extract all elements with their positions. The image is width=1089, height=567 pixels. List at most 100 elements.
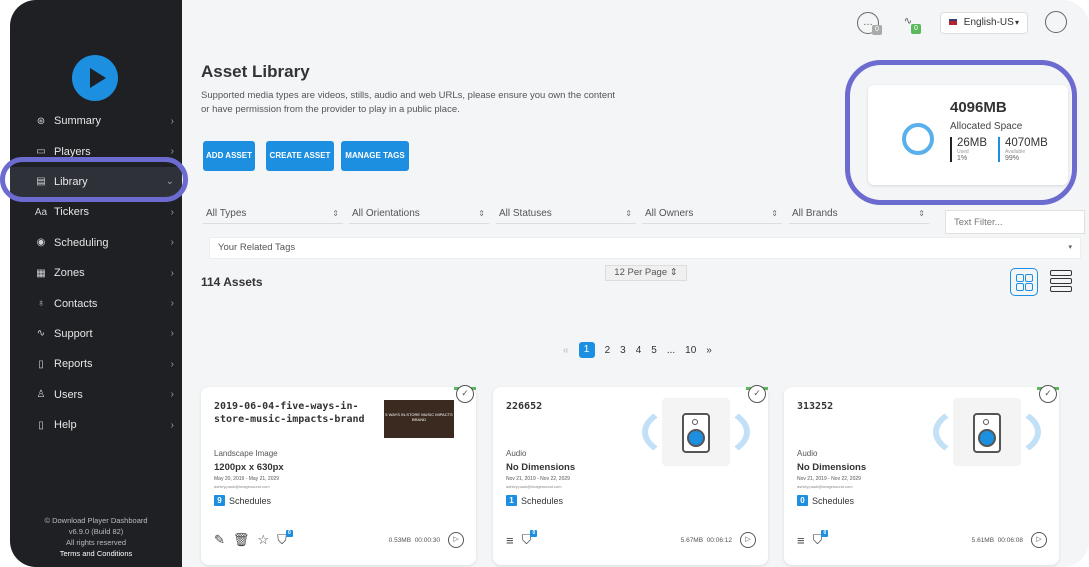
status-filter[interactable]: All Statuses ⇕ (496, 206, 636, 224)
star-icon[interactable]: ☆ (257, 532, 269, 548)
manage-tags-button[interactable]: MANAGE TAGS (341, 141, 409, 171)
page-description: Supported media types are videos, stills… (201, 90, 616, 115)
sidebar-item-scheduling[interactable]: ◉ Scheduling › (10, 228, 182, 258)
sidebar-item-summary[interactable]: ⊛ Summary › (10, 106, 182, 136)
select-check-icon[interactable]: ✓ (456, 385, 474, 403)
page-link[interactable]: 10 (685, 345, 696, 356)
activity-icon[interactable]: ∿ 0 (897, 12, 921, 34)
add-asset-button[interactable]: ADD ASSET (203, 141, 255, 171)
per-page-label: 12 Per Page (614, 267, 668, 278)
page-link[interactable]: 5 (651, 345, 657, 356)
select-arrows-icon: ⇕ (771, 209, 778, 218)
players-icon: ▭ (36, 146, 46, 158)
asset-size: 5.67MB (680, 537, 704, 544)
list-view-toggle[interactable] (1050, 270, 1072, 294)
sidebar-item-label: Users (54, 388, 83, 401)
select-arrows-icon: ⇕ (478, 209, 485, 218)
app-logo[interactable] (72, 55, 118, 101)
library-highlight-ring (0, 157, 188, 202)
filter-value: All Types (206, 208, 247, 219)
version-text: v6.9.0 (Build 82) (68, 527, 124, 536)
per-page-select[interactable]: 12 Per Page ⇕ (605, 265, 687, 281)
download-link[interactable]: © Download Player Dashboard (10, 515, 182, 526)
trash-icon[interactable]: 🗑 (233, 532, 250, 548)
scheduling-icon: ◉ (36, 237, 46, 249)
sidebar-item-support[interactable]: ∿ Support › (10, 319, 182, 349)
sidebar-footer: © Download Player Dashboard v6.9.0 (Buil… (10, 515, 182, 559)
select-arrows-icon: ⇕ (669, 267, 678, 278)
summary-icon: ⊛ (36, 115, 46, 127)
select-check-icon[interactable]: ✓ (748, 385, 766, 403)
caret-down-icon: ▾ (1068, 244, 1072, 251)
schedules-count: 1 (506, 495, 517, 506)
asset-meta: 0.53MB 00:00:30 (389, 537, 440, 544)
text-filter-input[interactable]: Text Filter... (945, 210, 1085, 234)
related-tags-select[interactable]: Your Related Tags ▾ (209, 237, 1081, 259)
page-link[interactable]: 2 (605, 345, 611, 356)
asset-dates: Nov 21, 2019 - Nov 22, 2029 (506, 476, 570, 482)
play-icon[interactable]: ▷ (1031, 532, 1047, 548)
sidebar-item-contacts[interactable]: ♁ Contacts › (10, 288, 182, 318)
chevron-right-icon: › (170, 419, 174, 431)
asset-size: 0.53MB (388, 537, 412, 544)
sidebar-item-zones[interactable]: ▦ Zones › (10, 258, 182, 288)
chevron-right-icon: › (170, 146, 174, 158)
asset-card[interactable]: ✓ 226652 Audio No Dimensions Nov 21, 201… (493, 385, 768, 565)
play-icon[interactable]: ▷ (448, 532, 464, 548)
language-select[interactable]: English-US ▾ (940, 12, 1028, 34)
brand-filter[interactable]: All Brands ⇕ (789, 206, 929, 224)
schedules-link[interactable]: 9 Schedules (214, 495, 271, 506)
page-link[interactable]: 3 (620, 345, 626, 356)
asset-thumbnail[interactable]: 5 WAYS IN-STORE MUSIC IMPACTS BRAND (384, 400, 454, 438)
grid-view-toggle[interactable] (1010, 268, 1038, 296)
schedules-link[interactable]: 0 Schedules (797, 495, 854, 506)
chat-icon[interactable]: … 0 (857, 12, 882, 35)
page-link-current[interactable]: 1 (578, 342, 595, 358)
asset-dimensions: No Dimensions (506, 462, 576, 473)
tag-badge: 0 (285, 530, 293, 537)
select-check-icon[interactable]: ✓ (1039, 385, 1057, 403)
support-icon: ∿ (36, 328, 46, 340)
reports-icon: ▯ (38, 358, 44, 370)
prev-page-link[interactable]: « (563, 345, 569, 356)
orientation-filter[interactable]: All Orientations ⇕ (349, 206, 489, 224)
tag-icon[interactable]: ⛉ 0 (813, 530, 829, 548)
sidebar-item-label: Contacts (54, 297, 98, 310)
sidebar-item-reports[interactable]: ▯ Reports › (10, 349, 182, 379)
tickers-icon: Aa (34, 206, 48, 218)
tag-badge: 0 (530, 530, 538, 537)
play-icon[interactable]: ▷ (740, 532, 756, 548)
tag-icon[interactable]: ⛉ 0 (277, 530, 293, 548)
speaker-icon (933, 398, 1041, 466)
asset-card[interactable]: ✓ 313252 Audio No Dimensions Nov 21, 201… (784, 385, 1059, 565)
chat-badge: 0 (872, 25, 882, 35)
asset-dates: Nov 21, 2019 - Nov 22, 2029 (797, 476, 861, 482)
sidebar-item-help[interactable]: ▯ Help › (10, 410, 182, 440)
create-asset-button[interactable]: CREATE ASSET (266, 141, 334, 171)
asset-meta: 5.61MB 00:06:08 (972, 537, 1023, 544)
tag-icon[interactable]: ⛉ 0 (522, 530, 538, 548)
user-icon[interactable] (1045, 11, 1067, 33)
type-filter[interactable]: All Types ⇕ (203, 206, 343, 224)
terms-link[interactable]: Terms and Conditions (10, 548, 182, 559)
filter-value: All Statuses (499, 208, 552, 219)
menu-icon[interactable]: ≡ (506, 533, 514, 548)
asset-dimensions: 1200px x 630px (214, 462, 284, 473)
schedules-label: Schedules (812, 495, 855, 506)
asset-duration: 00:06:08 (997, 537, 1023, 544)
language-label: English-US (963, 17, 1014, 28)
next-page-link[interactable]: » (706, 345, 712, 356)
users-icon: ♙ (36, 389, 46, 401)
sidebar-item-label: Help (54, 419, 77, 432)
edit-icon[interactable]: ✎ (214, 532, 225, 548)
speaker-icon (642, 398, 750, 466)
asset-card[interactable]: ✓ 2019-06-04-five-ways-in-store-music-im… (201, 385, 476, 565)
page-link[interactable]: 4 (636, 345, 642, 356)
sidebar-item-users[interactable]: ♙ Users › (10, 380, 182, 410)
menu-icon[interactable]: ≡ (797, 533, 805, 548)
sidebar-item-label: Zones (54, 267, 85, 280)
activity-badge: 0 (911, 24, 921, 34)
owner-filter[interactable]: All Owners ⇕ (642, 206, 782, 224)
asset-owner: ashley.pauk@imagesound.com (214, 484, 270, 489)
schedules-link[interactable]: 1 Schedules (506, 495, 563, 506)
